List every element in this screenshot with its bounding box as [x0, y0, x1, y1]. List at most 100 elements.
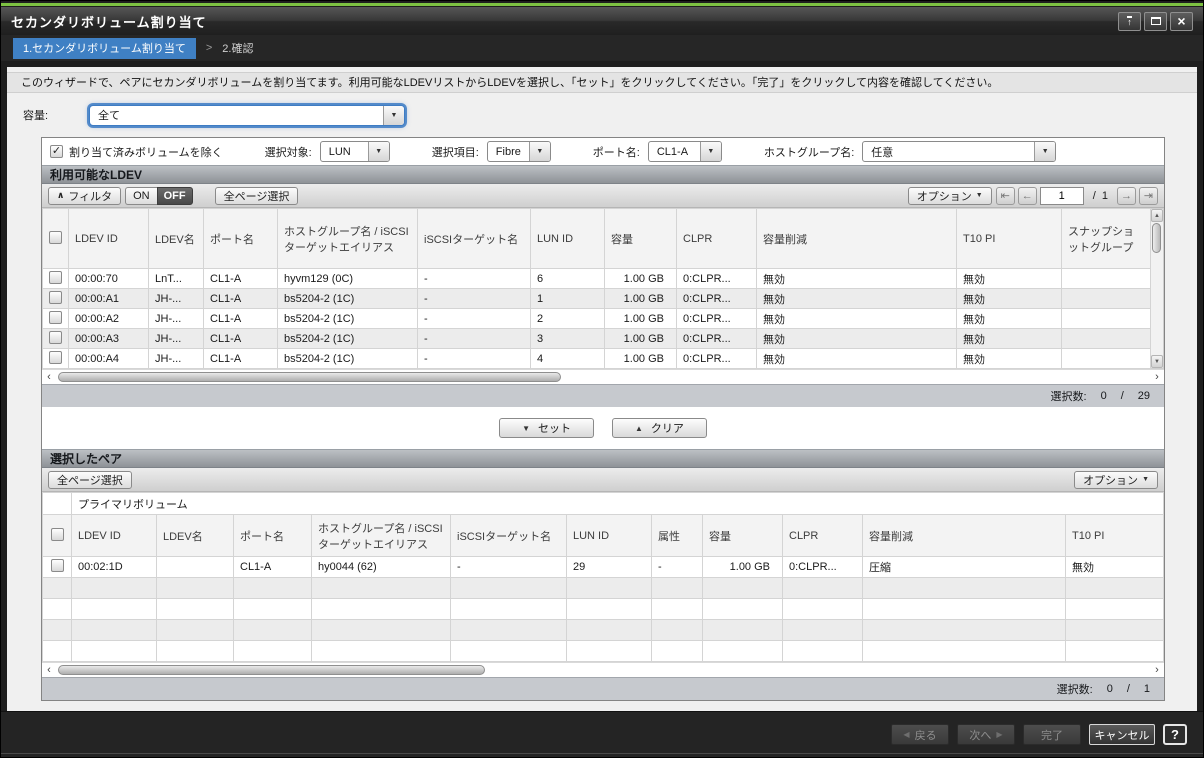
column-header[interactable]: T10 PI — [957, 209, 1062, 269]
target-dropdown[interactable]: LUN ▼ — [320, 141, 390, 162]
table-cell — [312, 641, 451, 662]
exclude-assigned-checkbox[interactable]: ✓ — [50, 145, 63, 158]
table-cell: 00:00:A2 — [69, 309, 149, 329]
scroll-right-icon[interactable]: › — [1150, 371, 1164, 384]
port-label: ポート名: — [593, 144, 640, 160]
column-header[interactable]: ホストグループ名 / iSCSIターゲットエイリアス — [312, 515, 451, 557]
available-horizontal-scrollbar[interactable]: ‹ › — [42, 369, 1164, 384]
table-cell — [1062, 329, 1151, 349]
title-bar: セカンダリボリューム割り当て ↑ × — [1, 7, 1203, 35]
capacity-dropdown[interactable]: 全て ▼ — [89, 105, 405, 126]
vertical-scrollbar[interactable]: ▲ ▼ — [1151, 208, 1164, 369]
port-dropdown[interactable]: CL1-A ▼ — [648, 141, 722, 162]
table-cell — [783, 641, 863, 662]
prev-page-button[interactable]: ← — [1018, 187, 1037, 205]
horizontal-scroll-thumb[interactable] — [58, 372, 561, 382]
table-cell — [783, 620, 863, 641]
column-header[interactable]: LUN ID — [567, 515, 652, 557]
filter-on-button[interactable]: ON — [125, 187, 157, 205]
column-header[interactable]: ポート名 — [234, 515, 312, 557]
column-header[interactable]: iSCSIターゲット名 — [451, 515, 567, 557]
first-page-button[interactable]: ⇤ — [996, 187, 1015, 205]
column-header[interactable]: LDEV名 — [157, 515, 234, 557]
table-cell: 6 — [531, 269, 605, 289]
wizard-footer: ◀ 戻る 次へ ▶ 完了 キャンセル ? — [1, 711, 1203, 757]
arrow-up-icon: ▲ — [635, 424, 643, 433]
column-header[interactable]: LUN ID — [531, 209, 605, 269]
table-cell: CL1-A — [204, 269, 278, 289]
table-cell: JH-... — [149, 309, 204, 329]
filter-button[interactable]: ∧ フィルタ — [48, 187, 121, 205]
select-all-checkbox[interactable] — [49, 231, 62, 244]
maximize-button[interactable] — [1144, 12, 1167, 31]
item-dropdown[interactable]: Fibre ▼ — [487, 141, 551, 162]
select-all-checkbox[interactable] — [51, 528, 64, 541]
table-cell: 1.00 GB — [605, 329, 677, 349]
table-cell — [1066, 599, 1164, 620]
capacity-label: 容量: — [23, 107, 89, 123]
cancel-button[interactable]: キャンセル — [1089, 724, 1155, 745]
column-header[interactable]: iSCSIターゲット名 — [418, 209, 531, 269]
column-header[interactable]: 容量削減 — [863, 515, 1066, 557]
filter-off-button[interactable]: OFF — [157, 187, 193, 205]
column-header[interactable]: LDEV ID — [69, 209, 149, 269]
column-header[interactable]: LDEV ID — [72, 515, 157, 557]
close-button[interactable]: × — [1170, 12, 1193, 31]
help-button[interactable]: ? — [1163, 724, 1187, 745]
hostgroup-dropdown[interactable]: 任意 ▼ — [862, 141, 1056, 162]
step-1-active[interactable]: 1.セカンダリボリューム割り当て — [13, 38, 196, 59]
next-page-button[interactable]: → — [1117, 187, 1136, 205]
table-cell: 無効 — [757, 349, 957, 369]
column-header[interactable]: 属性 — [652, 515, 703, 557]
table-cell: 00:00:70 — [69, 269, 149, 289]
scroll-down-icon[interactable]: ▼ — [1151, 355, 1163, 368]
chevron-up-icon: ∧ — [57, 190, 64, 201]
column-header[interactable]: ホストグループ名 / iSCSIターゲットエイリアス — [278, 209, 418, 269]
available-ldev-body: 00:00:70LnT...CL1-Ahyvm129 (0C)-61.00 GB… — [43, 269, 1151, 369]
column-header[interactable]: CLPR — [783, 515, 863, 557]
column-header[interactable]: 容量削減 — [757, 209, 957, 269]
hostgroup-label: ホストグループ名: — [764, 144, 854, 160]
options-button[interactable]: オプション ▼ — [908, 187, 992, 205]
row-checkbox[interactable] — [49, 271, 62, 284]
horizontal-scroll-thumb[interactable] — [58, 665, 485, 675]
select-all-pages-button[interactable]: 全ページ選択 — [48, 471, 132, 489]
table-cell — [451, 641, 567, 662]
pairs-horizontal-scrollbar[interactable]: ‹ › — [42, 662, 1164, 677]
dock-window-button[interactable]: ↑ — [1118, 12, 1141, 31]
scroll-left-icon[interactable]: ‹ — [42, 371, 56, 384]
select-all-pages-button[interactable]: 全ページ選択 — [215, 187, 299, 205]
row-checkbox[interactable] — [49, 351, 62, 364]
row-checkbox[interactable] — [51, 559, 64, 572]
selected-count-value: 0 — [1101, 390, 1107, 402]
vertical-scroll-thumb[interactable] — [1152, 223, 1161, 253]
table-cell — [652, 641, 703, 662]
empty-table-row — [43, 641, 1164, 662]
last-page-button[interactable]: ⇥ — [1139, 187, 1158, 205]
page-input[interactable] — [1040, 187, 1084, 205]
table-cell — [863, 641, 1066, 662]
clear-button[interactable]: ▲ クリア — [612, 418, 707, 438]
scroll-up-icon[interactable]: ▲ — [1151, 209, 1163, 222]
set-button[interactable]: ▼ セット — [499, 418, 594, 438]
scroll-left-icon[interactable]: ‹ — [42, 664, 56, 677]
arrow-left-icon: ◀ — [903, 730, 909, 739]
column-header[interactable]: 容量 — [703, 515, 783, 557]
options-button[interactable]: オプション ▼ — [1074, 471, 1158, 489]
column-header[interactable]: LDEV名 — [149, 209, 204, 269]
table-cell: 00:00:A4 — [69, 349, 149, 369]
column-header[interactable]: CLPR — [677, 209, 757, 269]
row-checkbox[interactable] — [49, 291, 62, 304]
table-cell: 圧縮 — [863, 557, 1066, 578]
column-header[interactable]: T10 PI — [1066, 515, 1164, 557]
column-header[interactable]: 容量 — [605, 209, 677, 269]
step-2: 2.確認 — [222, 40, 253, 56]
scroll-right-icon[interactable]: › — [1150, 664, 1164, 677]
step-separator: > — [206, 42, 212, 54]
table-cell — [1066, 620, 1164, 641]
table-cell — [72, 641, 157, 662]
column-header[interactable]: スナップショットグループ — [1062, 209, 1151, 269]
column-header[interactable]: ポート名 — [204, 209, 278, 269]
row-checkbox[interactable] — [49, 331, 62, 344]
row-checkbox[interactable] — [49, 311, 62, 324]
